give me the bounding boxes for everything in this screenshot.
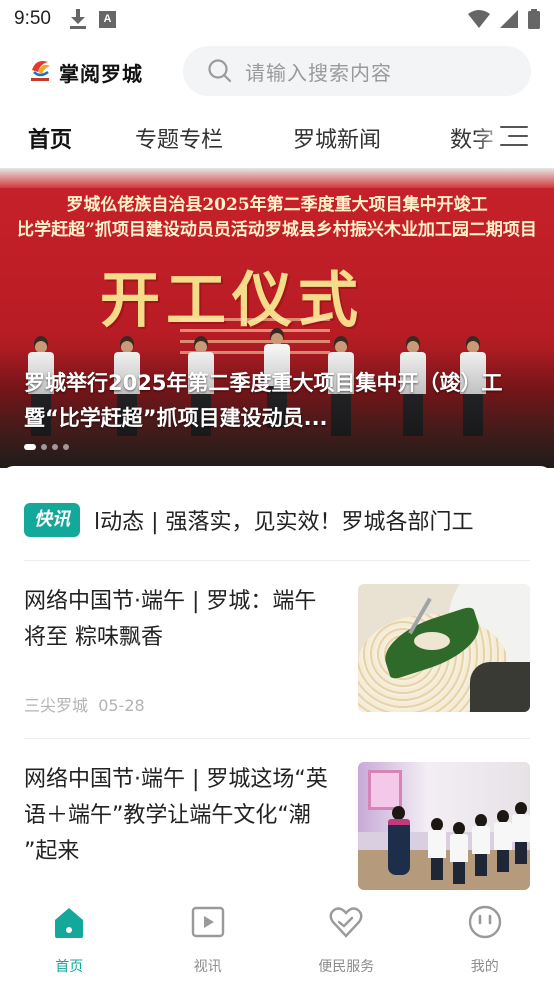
banner-headline-line1: 罗城仫佬族自治县2025年第二季度重大项目集中开竣工 [66, 195, 488, 215]
signal-icon [500, 10, 518, 28]
nav-label: 视讯 [193, 959, 222, 975]
ticker-text[interactable]: l动态 | 强落实，见实效！罗城各部门工 [94, 504, 474, 536]
heart-hand-icon [329, 907, 363, 938]
carousel-dots [24, 444, 69, 450]
divider [24, 560, 530, 561]
nav-home[interactable]: 首页 [0, 896, 139, 984]
smiley-icon [468, 905, 501, 939]
news-item[interactable]: 网络中国节·端午 | 罗城：端午将至 粽味飘香 三尖罗城 05-28 [0, 584, 554, 716]
news-meta: 三尖罗城 05-28 [24, 692, 145, 716]
news-date: 05-28 [98, 696, 145, 715]
banner-caption: 罗城举行2025年第二季度重大项目集中开（竣）工暨“比学赶超”抓项目建设动员..… [24, 371, 503, 430]
carousel-dot[interactable] [24, 444, 36, 450]
tab-special-topics[interactable]: 专题专栏 [135, 122, 223, 154]
divider [24, 738, 530, 739]
tab-home[interactable]: 首页 [28, 122, 72, 154]
nav-profile[interactable]: 我的 [416, 896, 554, 984]
home-icon [55, 908, 84, 938]
news-title[interactable]: 网络中国节·端午 | 罗城这场“英语＋端午”教学让端午文化“潮 ”起来 [24, 762, 336, 870]
accessibility-a-icon: A [98, 10, 116, 28]
wifi-icon [468, 10, 490, 28]
search-placeholder: 请输入搜索内容 [245, 60, 392, 85]
ticker-badge: 快讯 [24, 503, 80, 537]
carousel-dot[interactable] [41, 444, 47, 450]
search-icon [208, 59, 232, 83]
news-thumbnail-classroom[interactable] [358, 762, 530, 890]
battery-icon [528, 9, 540, 29]
nav-label: 便民服务 [318, 959, 375, 975]
app-logo [31, 61, 50, 81]
hero-banner[interactable]: 罗城仫佬族自治县2025年第二季度重大项目集中开竣工 比学赶超”抓项目建设动员员… [0, 168, 554, 468]
download-icon [69, 9, 87, 29]
carousel-dot[interactable] [52, 444, 58, 450]
nav-video[interactable]: 视讯 [139, 896, 278, 984]
bottom-navigation: 首页 视讯 便民服务 我的 [0, 896, 554, 984]
banner-sky [0, 168, 554, 188]
news-source: 三尖罗城 [24, 696, 89, 715]
news-item[interactable]: 网络中国节·端午 | 罗城这场“英语＋端午”教学让端午文化“潮 ”起来 [0, 762, 554, 896]
menu-icon[interactable] [500, 124, 528, 148]
news-ticker[interactable]: 快讯 l动态 | 强落实，见实效！罗城各部门工 [24, 502, 532, 538]
status-time: 9:50 [14, 8, 51, 29]
video-icon [191, 906, 224, 938]
search-bar[interactable]: 请输入搜索内容 [183, 46, 531, 96]
news-title[interactable]: 网络中国节·端午 | 罗城：端午将至 粽味飘香 [24, 584, 336, 656]
nav-label: 我的 [470, 959, 499, 975]
status-bar: 9:50 A [0, 0, 554, 38]
news-feed: 快讯 l动态 | 强落实，见实效！罗城各部门工 网络中国节·端午 | 罗城：端午… [0, 466, 554, 896]
carousel-dot[interactable] [63, 444, 69, 450]
category-tabs: 首页 专题专栏 罗城新闻 数字 [0, 108, 554, 166]
nav-services[interactable]: 便民服务 [277, 896, 416, 984]
news-thumbnail-zongzi[interactable] [358, 584, 530, 712]
nav-label: 首页 [55, 959, 84, 975]
app-header: 掌阅罗城 请输入搜索内容 [0, 44, 554, 100]
banner-headline-line2: 比学赶超”抓项目建设动员员活动罗城县乡村振兴木业加工园二期项目 [17, 220, 537, 240]
tab-luocheng-news[interactable]: 罗城新闻 [293, 122, 381, 154]
app-title: 掌阅罗城 [59, 62, 143, 86]
